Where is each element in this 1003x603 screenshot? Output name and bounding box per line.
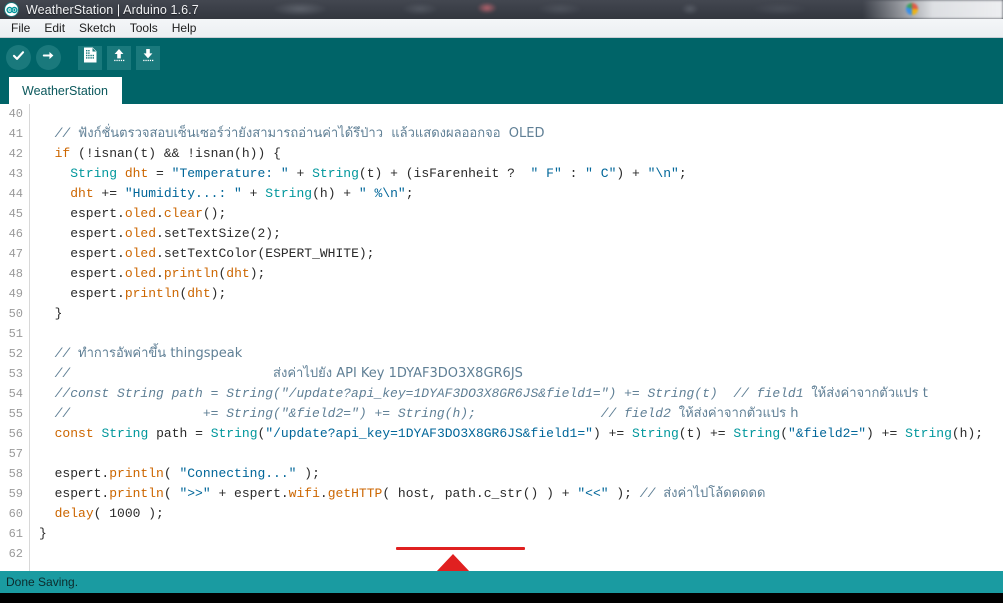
line-text: espert.oled.setTextSize(2); <box>39 226 281 241</box>
line-number: 51 <box>8 327 23 341</box>
line-number: 44 <box>8 187 23 201</box>
code-line[interactable]: 47 espert.oled.setTextColor(ESPERT_WHITE… <box>0 244 1003 264</box>
line-text: dht += "Humidity...: " + String(h) + " %… <box>70 186 414 201</box>
code-line[interactable]: 40 <box>0 104 1003 124</box>
tab-weatherstation[interactable]: WeatherStation <box>9 77 122 104</box>
code-line[interactable]: 61} <box>0 524 1003 544</box>
arduino-infinity-icon <box>4 2 19 17</box>
line-text: } <box>39 306 63 321</box>
code-line[interactable]: 50 } <box>0 304 1003 324</box>
code-line[interactable]: 54 //const String path = String("/update… <box>0 384 1003 404</box>
line-text: delay( 1000 ); <box>54 506 164 521</box>
tab-strip: WeatherStation <box>0 77 1003 104</box>
code-line[interactable]: 58 espert.println( "Connecting..." ); <box>0 464 1003 484</box>
code-line[interactable]: 59 espert.println( ">>" + espert.wifi.ge… <box>0 484 1003 504</box>
line-number: 62 <box>8 547 23 561</box>
line-number: 59 <box>8 487 23 501</box>
line-number: 40 <box>8 107 23 121</box>
line-number: 55 <box>8 407 23 421</box>
arrow-right-icon <box>41 48 56 68</box>
code-line[interactable]: 62 <box>0 544 1003 564</box>
status-bar: Done Saving. <box>0 571 1003 593</box>
line-number: 56 <box>8 427 23 441</box>
code-line[interactable]: 55 // += String("&field2=") += String(h)… <box>0 404 1003 424</box>
line-text: espert.println( "Connecting..." ); <box>39 466 320 481</box>
code-line[interactable]: 52 // ทำการอัพค่าขึ้น thingspeak <box>0 344 1003 364</box>
line-number: 53 <box>8 367 23 381</box>
line-text: const String path = String("/update?api_… <box>54 426 984 441</box>
status-message: Done Saving. <box>6 575 79 589</box>
line-text: espert.println( ">>" + espert.wifi.getHT… <box>39 486 766 501</box>
check-icon <box>11 48 26 68</box>
menu-item-edit[interactable]: Edit <box>37 20 72 37</box>
line-text: } <box>39 526 47 541</box>
menubar: File Edit Sketch Tools Help <box>0 19 1003 38</box>
verify-button[interactable] <box>6 45 31 70</box>
code-editor[interactable]: 40 41 // ฟังก์ชั่นตรวจสอบเซ็นเซอร์ว่ายังส… <box>0 104 1003 571</box>
code-line[interactable]: 45 espert.oled.clear(); <box>0 204 1003 224</box>
menu-item-sketch[interactable]: Sketch <box>72 20 123 37</box>
code-line[interactable]: 48 espert.oled.println(dht); <box>0 264 1003 284</box>
line-text: if (!isnan(t) && !isnan(h)) { <box>54 146 281 161</box>
line-number: 48 <box>8 267 23 281</box>
code-line[interactable]: 46 espert.oled.setTextSize(2); <box>0 224 1003 244</box>
line-number: 58 <box>8 467 23 481</box>
line-number: 54 <box>8 387 23 401</box>
toolbar <box>0 38 1003 77</box>
line-text: // ส่งค่าไปยัง API Key 1DYAF3DO3X8GR6JS <box>54 366 523 381</box>
code-line[interactable]: 43 String dht = "Temperature: " + String… <box>0 164 1003 184</box>
code-line[interactable]: 51 <box>0 324 1003 344</box>
line-text: espert.oled.clear(); <box>39 206 227 221</box>
menu-item-tools[interactable]: Tools <box>123 20 165 37</box>
line-number: 41 <box>8 127 23 141</box>
code-line[interactable]: 53 // ส่งค่าไปยัง API Key 1DYAF3DO3X8GR6… <box>0 364 1003 384</box>
line-number: 47 <box>8 247 23 261</box>
code-line[interactable]: 49 espert.println(dht); <box>0 284 1003 304</box>
line-text: espert.oled.println(dht); <box>39 266 266 281</box>
open-button[interactable] <box>107 45 131 70</box>
line-number: 52 <box>8 347 23 361</box>
line-number: 50 <box>8 307 23 321</box>
line-text: espert.oled.setTextColor(ESPERT_WHITE); <box>39 246 375 261</box>
code-line[interactable]: 56 const String path = String("/update?a… <box>0 424 1003 444</box>
code-line[interactable]: 57 <box>0 444 1003 464</box>
new-button[interactable] <box>78 45 102 70</box>
save-button[interactable] <box>136 45 160 70</box>
line-text: // += String("&field2=") += String(h); /… <box>39 406 799 421</box>
line-number: 46 <box>8 227 23 241</box>
chrome-taskbar-icon <box>906 3 918 15</box>
line-number: 60 <box>8 507 23 521</box>
line-text: String dht = "Temperature: " + String(t)… <box>70 166 687 181</box>
line-text: // ฟังก์ชั่นตรวจสอบเซ็นเซอร์ว่ายังสามารถ… <box>54 126 545 141</box>
arrow-down-icon <box>140 47 156 68</box>
code-line[interactable]: 60 delay( 1000 ); <box>0 504 1003 524</box>
upload-button[interactable] <box>36 45 61 70</box>
line-text: //const String path = String("/update?ap… <box>39 386 928 401</box>
line-number: 42 <box>8 147 23 161</box>
line-number: 61 <box>8 527 23 541</box>
line-number: 45 <box>8 207 23 221</box>
window-title: WeatherStation | Arduino 1.6.7 <box>26 2 199 17</box>
line-text: // ทำการอัพค่าขึ้น thingspeak <box>54 346 243 361</box>
window-titlebar: WeatherStation | Arduino 1.6.7 <box>0 0 1003 19</box>
line-number: 43 <box>8 167 23 181</box>
arduino-ide-window: WeatherStation | Arduino 1.6.7 File Edit… <box>0 0 1003 603</box>
menu-item-file[interactable]: File <box>4 20 37 37</box>
code-content[interactable]: 40 41 // ฟังก์ชั่นตรวจสอบเซ็นเซอร์ว่ายังส… <box>0 104 1003 564</box>
line-number: 57 <box>8 447 23 461</box>
console-output-area <box>0 593 1003 603</box>
menu-item-help[interactable]: Help <box>165 20 204 37</box>
code-line[interactable]: 41 // ฟังก์ชั่นตรวจสอบเซ็นเซอร์ว่ายังสาม… <box>0 124 1003 144</box>
arrow-up-icon <box>111 47 127 68</box>
code-line[interactable]: 44 dht += "Humidity...: " + String(h) + … <box>0 184 1003 204</box>
line-number: 49 <box>8 287 23 301</box>
new-file-icon <box>83 47 98 68</box>
code-line[interactable]: 42 if (!isnan(t) && !isnan(h)) { <box>0 144 1003 164</box>
line-text: espert.println(dht); <box>39 286 227 301</box>
